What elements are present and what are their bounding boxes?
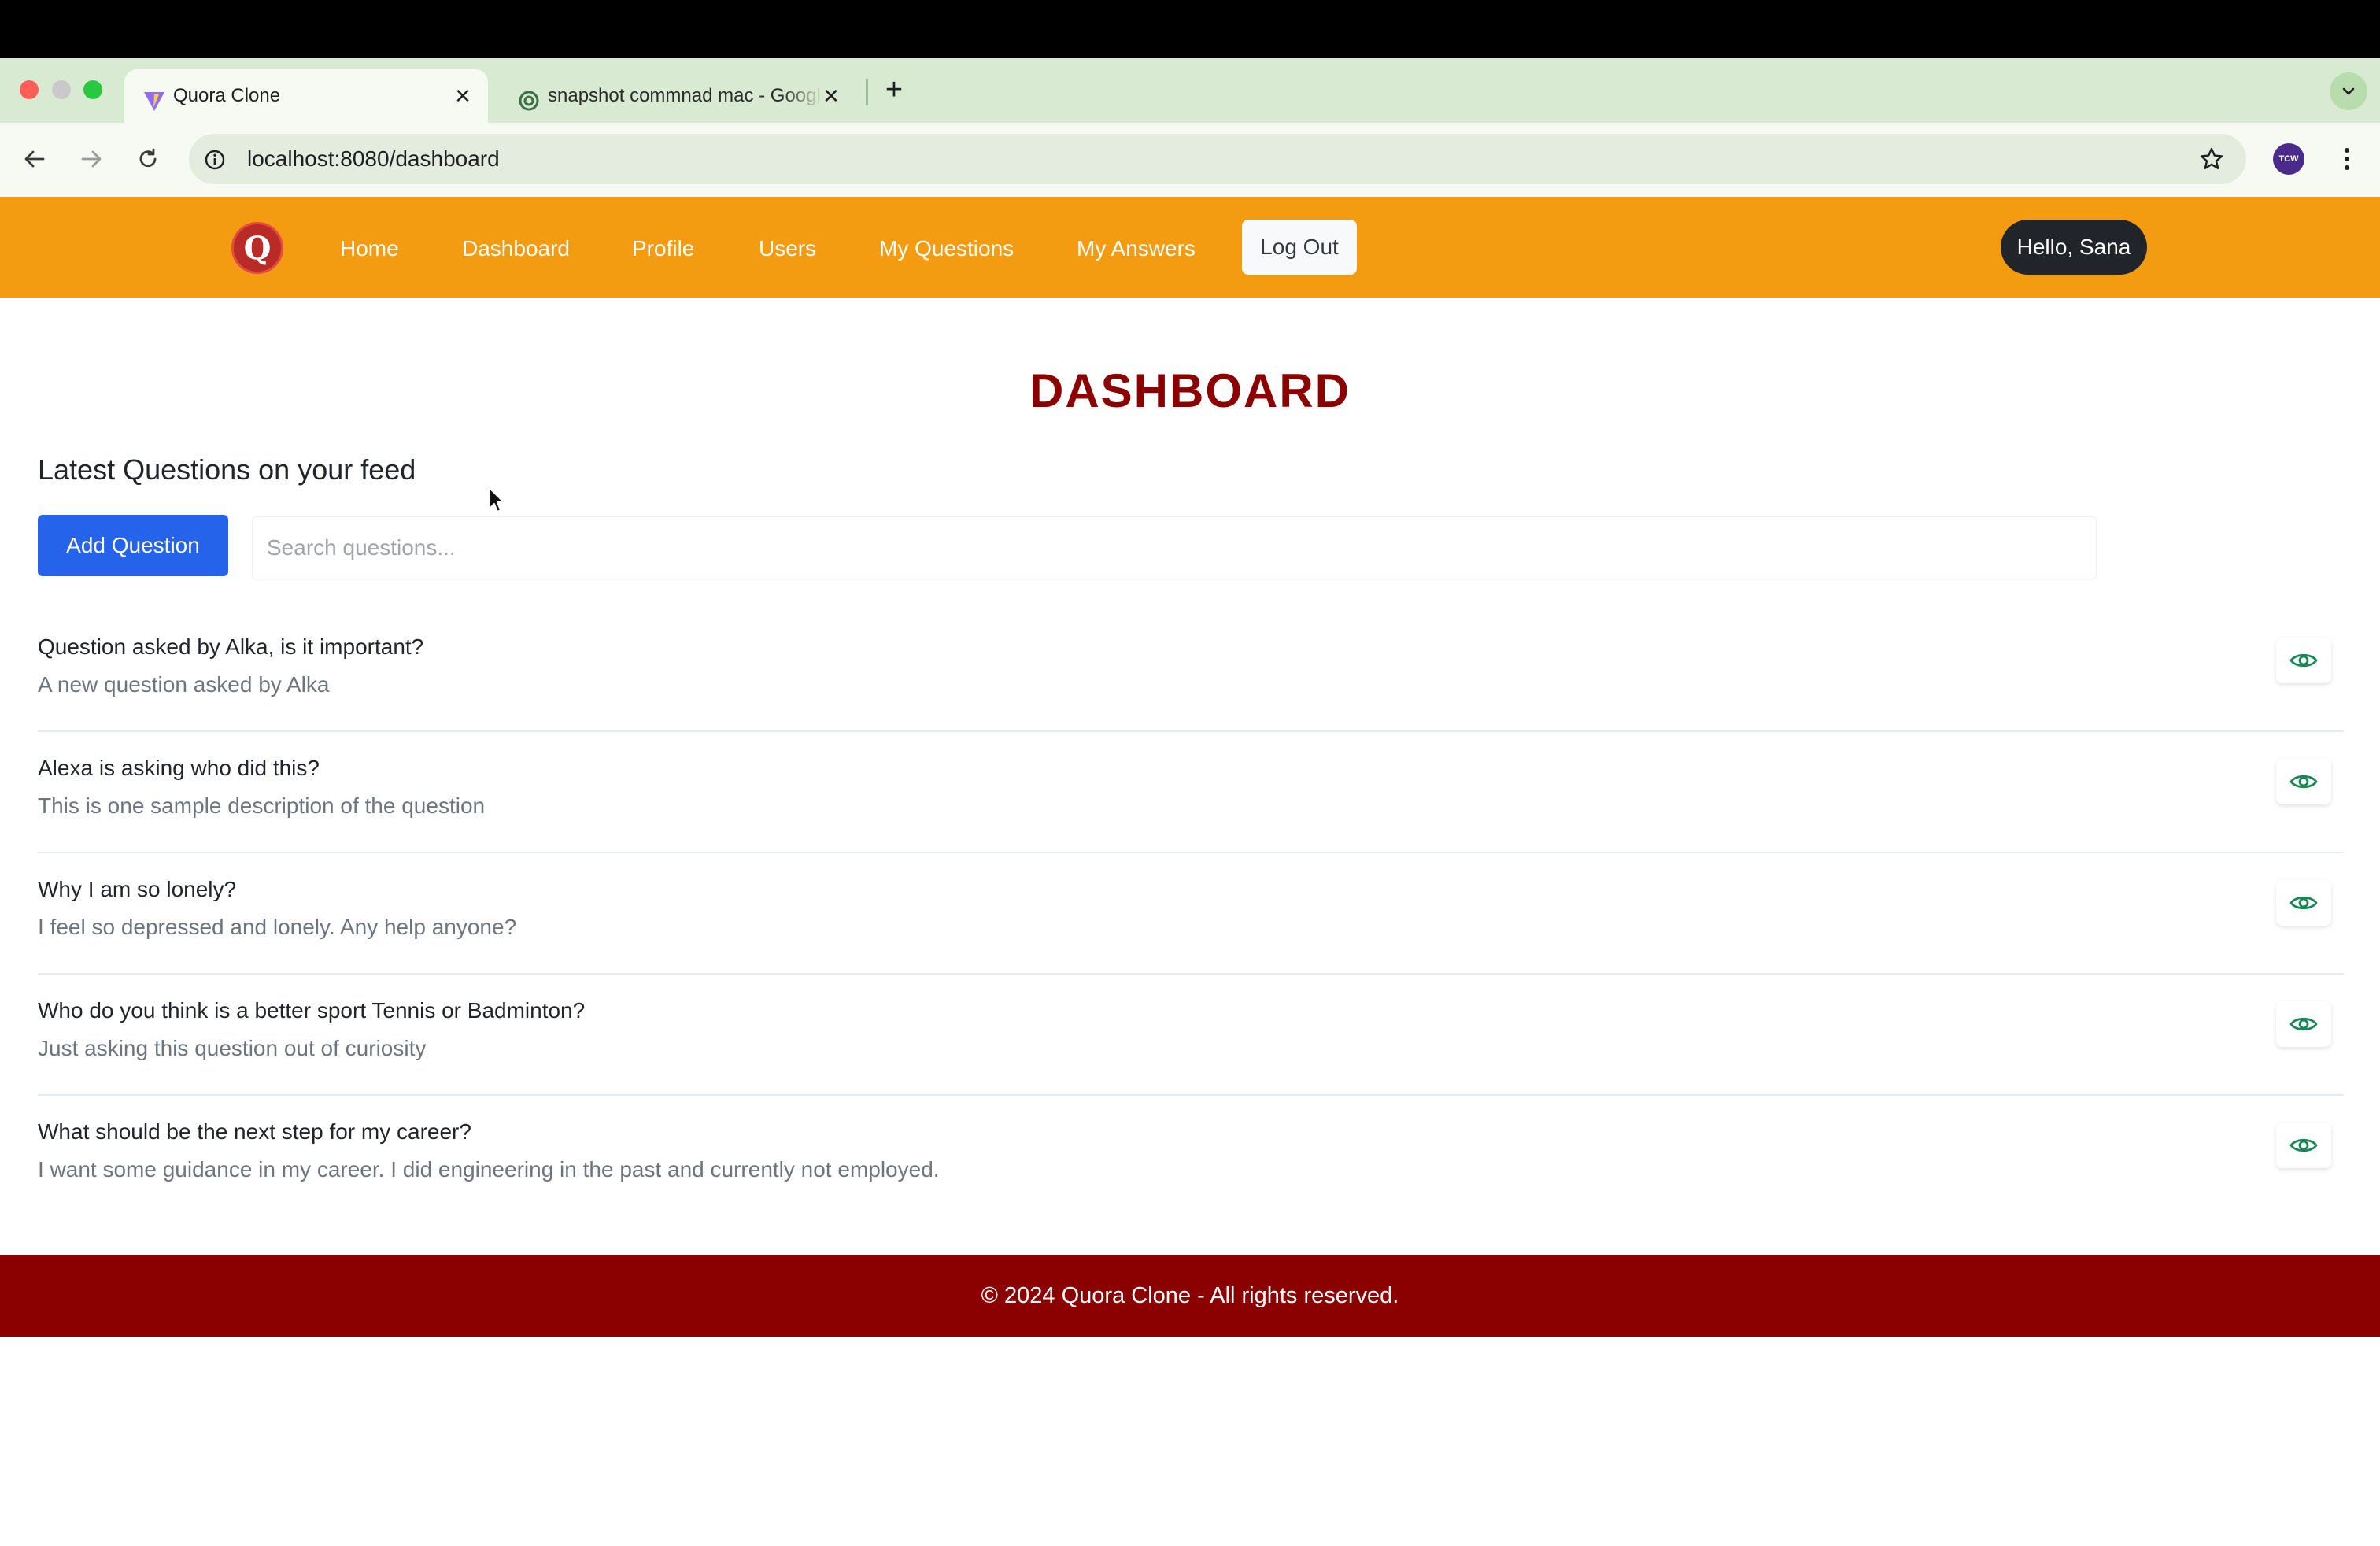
question-item: Question asked by Alka, is it important?… (38, 611, 2344, 732)
tab-google-search[interactable]: snapshot commnad mac - Google Search ✕ (499, 69, 861, 123)
arrow-right-icon (81, 150, 102, 168)
quora-logo[interactable]: Q (231, 222, 283, 274)
page-title: DASHBOARD (1029, 364, 1351, 417)
question-item: Alexa is asking who did this? This is on… (38, 732, 2344, 853)
logout-button[interactable]: Log Out (1242, 220, 1357, 275)
question-title[interactable]: Why I am so lonely? (38, 877, 236, 902)
tab-title: Quora Clone (173, 85, 281, 106)
question-title[interactable]: What should be the next step for my care… (38, 1119, 471, 1145)
reload-icon (139, 148, 157, 168)
question-item: Why I am so lonely? I feel so depressed … (38, 853, 2344, 975)
view-question-button[interactable] (2276, 880, 2331, 926)
screen-top-bar (0, 0, 2380, 58)
question-title[interactable]: Question asked by Alka, is it important? (38, 634, 423, 660)
view-question-button[interactable] (2276, 638, 2331, 683)
feed-heading: Latest Questions on your feed (38, 453, 416, 486)
url-text[interactable]: localhost:8080/dashboard (247, 134, 500, 184)
eye-icon (2289, 1017, 2318, 1031)
nav-link-profile[interactable]: Profile (632, 230, 694, 268)
tab-quora-clone[interactable]: Quora Clone ✕ (124, 69, 488, 123)
eye-icon (2289, 653, 2318, 668)
view-question-button[interactable] (2276, 1001, 2331, 1047)
question-description: I want some guidance in my career. I did… (38, 1157, 940, 1182)
question-title[interactable]: Alexa is asking who did this? (38, 756, 320, 781)
view-question-button[interactable] (2276, 759, 2331, 804)
eye-icon (2289, 896, 2318, 910)
tab-separator (866, 79, 868, 105)
reload-button[interactable] (131, 142, 165, 176)
browser-profile-avatar[interactable]: TCW (2273, 143, 2304, 175)
chevron-down-icon (2342, 87, 2355, 95)
question-description: This is one sample description of the qu… (38, 793, 486, 818)
close-icon[interactable]: ✕ (452, 85, 474, 107)
search-input[interactable] (252, 516, 2097, 579)
nav-link-home[interactable]: Home (340, 230, 399, 268)
nav-link-users[interactable]: Users (759, 230, 816, 268)
arrow-left-icon (24, 150, 45, 168)
tab-title: snapshot commnad mac - Google Search (548, 85, 823, 106)
question-description: Just asking this question out of curiosi… (38, 1036, 427, 1060)
nav-link-my-questions[interactable]: My Questions (879, 230, 1014, 268)
mouse-cursor-icon (489, 487, 504, 512)
nav-link-my-answers[interactable]: My Answers (1077, 230, 1196, 268)
view-question-button[interactable] (2276, 1123, 2331, 1168)
new-tab-button[interactable]: + (880, 74, 908, 105)
question-title[interactable]: Who do you think is a better sport Tenni… (38, 998, 585, 1023)
loading-favicon-icon (515, 87, 543, 115)
site-info-icon[interactable] (201, 146, 228, 173)
eye-icon (2289, 1138, 2318, 1152)
user-greeting-badge: Hello, Sana (2001, 220, 2147, 275)
tab-search-button[interactable] (2330, 72, 2367, 110)
back-button[interactable] (17, 142, 52, 176)
close-icon[interactable]: ✕ (820, 85, 842, 107)
page-footer: © 2024 Quora Clone - All rights reserved… (0, 1255, 2380, 1337)
more-vert-icon (2345, 148, 2349, 170)
maximize-window-button[interactable] (83, 80, 102, 99)
question-item: Who do you think is a better sport Tenni… (38, 975, 2344, 1096)
vite-favicon-icon (140, 87, 168, 115)
minimize-window-button[interactable] (52, 80, 71, 99)
eye-icon (2289, 775, 2318, 789)
bookmark-star-icon[interactable] (2194, 142, 2229, 176)
question-description: A new question asked by Alka (38, 672, 330, 697)
forward-button[interactable] (74, 142, 109, 176)
nav-link-dashboard[interactable]: Dashboard (462, 230, 570, 268)
question-list: Question asked by Alka, is it important?… (38, 611, 2344, 1217)
close-window-button[interactable] (20, 80, 39, 99)
add-question-button[interactable]: Add Question (38, 515, 228, 576)
browser-menu-button[interactable] (2330, 142, 2364, 176)
question-description: I feel so depressed and lonely. Any help… (38, 915, 517, 939)
question-item: What should be the next step for my care… (38, 1096, 2344, 1217)
